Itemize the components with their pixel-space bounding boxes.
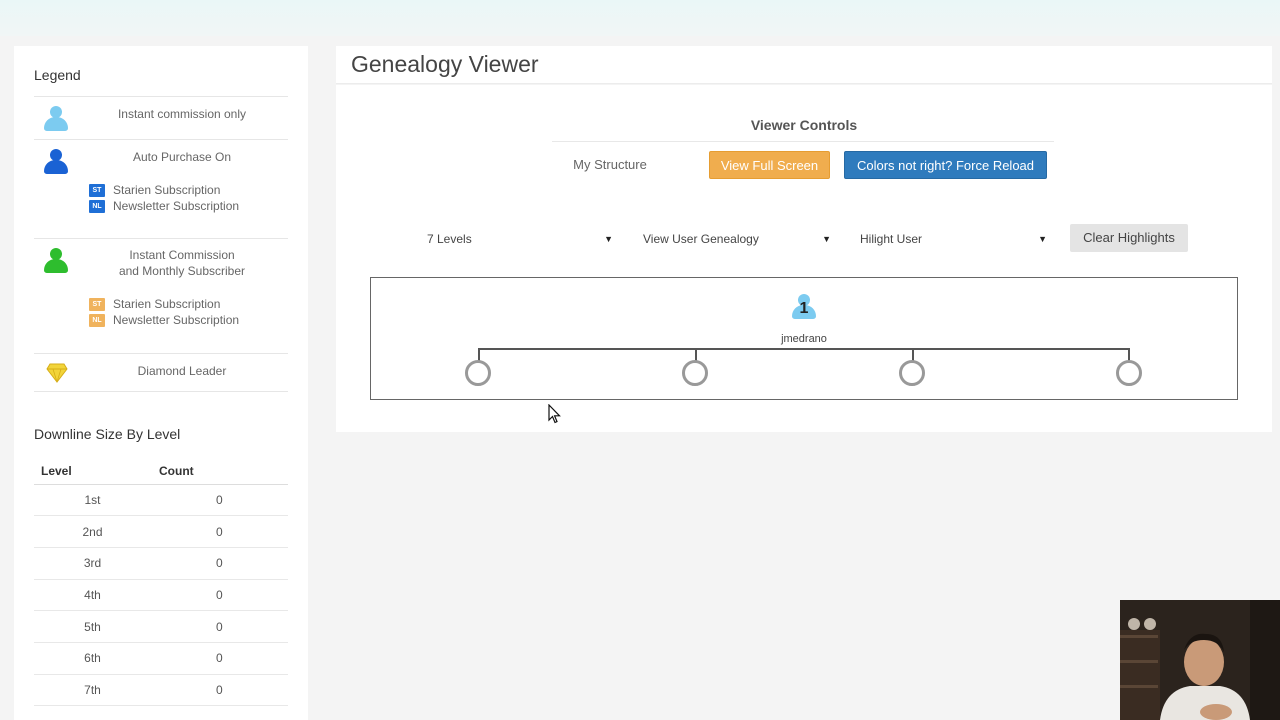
force-reload-button[interactable]: Colors not right? Force Reload <box>844 151 1047 179</box>
empty-node[interactable] <box>899 360 925 386</box>
count-cell: 0 <box>151 642 288 675</box>
hilight-user-select[interactable]: Hilight User ▼ <box>853 226 1052 252</box>
sub-label: Newsletter Subscription <box>113 199 240 213</box>
presenter-video-image <box>1120 600 1280 720</box>
nl-badge: NL <box>89 199 105 213</box>
page-title: Genealogy Viewer <box>351 51 539 77</box>
view-full-screen-button[interactable]: View Full Screen <box>709 151 830 179</box>
person-light-blue-icon <box>44 106 68 132</box>
caret-down-icon: ▼ <box>604 234 613 244</box>
level-cell: 7th <box>34 674 151 707</box>
empty-node[interactable] <box>1116 360 1142 386</box>
level-cell: 4th <box>34 579 151 612</box>
table-row: 6th 0 <box>34 642 288 675</box>
count-cell: 0 <box>151 674 288 707</box>
mouse-cursor-icon <box>548 404 561 424</box>
root-username[interactable]: jmedrano <box>769 333 839 345</box>
genealogy-tree: 1 jmedrano <box>370 277 1238 400</box>
nl-badge: NL <box>89 313 105 327</box>
caret-down-icon: ▼ <box>822 234 831 244</box>
levels-select-value: 7 Levels <box>427 232 472 246</box>
downline-table: Level Count 1st 0 2nd 0 3rd 0 4th 0 5th 0 6th… <box>34 458 288 707</box>
person-blue-icon <box>44 149 68 175</box>
clear-highlights-button[interactable]: Clear Highlights <box>1070 224 1188 252</box>
count-cell: 0 <box>151 579 288 612</box>
table-row: 2nd 0 <box>34 515 288 548</box>
legend-title: Legend <box>34 67 81 83</box>
sidebar: Legend Instant commission only Auto Purc… <box>14 46 308 720</box>
genealogy-select-value: View User Genealogy <box>643 232 759 246</box>
level-cell: 6th <box>34 642 151 675</box>
st-badge: ST <box>89 183 105 197</box>
legend-label-line1: Instant Commission <box>129 248 235 262</box>
downline-title: Downline Size By Level <box>34 426 181 442</box>
count-cell: 0 <box>151 610 288 643</box>
legend-sub-starien: ST Starien Subscription <box>89 296 220 312</box>
caret-down-icon: ▼ <box>1038 234 1047 244</box>
table-row: 1st 0 <box>34 484 288 517</box>
viewer-controls-title: Viewer Controls <box>750 117 858 133</box>
genealogy-select[interactable]: View User Genealogy ▼ <box>636 226 836 252</box>
level-cell: 3rd <box>34 547 151 580</box>
legend-label-line2: and Monthly Subscriber <box>118 264 246 278</box>
legend-label: Auto Purchase On <box>132 150 232 164</box>
sub-label: Starien Subscription <box>113 183 221 197</box>
top-bar <box>0 0 1280 36</box>
webcam-overlay <box>1120 600 1280 720</box>
count-cell: 0 <box>151 515 288 548</box>
levels-select[interactable]: 7 Levels ▼ <box>420 226 618 252</box>
legend-label: Instant commission only <box>117 107 247 121</box>
root-badge: 1 <box>799 300 809 317</box>
legend-item-monthly-subscriber: Instant Commission and Monthly Subscribe… <box>34 239 288 354</box>
count-cell: 0 <box>151 484 288 517</box>
my-structure-button[interactable]: My Structure <box>558 151 662 179</box>
divider <box>552 141 1054 142</box>
level-cell: 2nd <box>34 515 151 548</box>
diamond-icon <box>46 363 68 383</box>
col-level: Level <box>34 458 151 485</box>
col-count: Count <box>151 458 288 485</box>
level-cell: 1st <box>34 484 151 517</box>
legend-item-auto-purchase: Auto Purchase On ST Starien Subscription… <box>34 140 288 239</box>
tree-connector <box>478 348 1130 350</box>
empty-node[interactable] <box>682 360 708 386</box>
person-green-icon <box>44 248 68 274</box>
level-cell: 5th <box>34 610 151 643</box>
sub-label: Newsletter Subscription <box>113 313 240 327</box>
table-row: 3rd 0 <box>34 547 288 580</box>
legend-sub-newsletter: NL Newsletter Subscription <box>89 312 239 328</box>
legend-item-diamond-leader: Diamond Leader <box>34 354 288 392</box>
legend-item-instant-commission: Instant commission only <box>34 96 288 140</box>
viewer-panel: Viewer Controls My Structure View Full S… <box>336 85 1272 432</box>
legend-sub-starien: ST Starien Subscription <box>89 182 220 198</box>
table-row: 4th 0 <box>34 579 288 612</box>
main-header: Genealogy Viewer <box>336 46 1272 84</box>
table-row: 5th 0 <box>34 610 288 643</box>
empty-node[interactable] <box>465 360 491 386</box>
legend-sub-newsletter: NL Newsletter Subscription <box>89 198 239 214</box>
count-cell: 0 <box>151 547 288 580</box>
table-row: 7th 0 <box>34 674 288 707</box>
sub-label: Starien Subscription <box>113 297 221 311</box>
st-badge: ST <box>89 297 105 311</box>
hilight-select-value: Hilight User <box>860 232 923 246</box>
legend-label: Diamond Leader <box>137 364 227 378</box>
